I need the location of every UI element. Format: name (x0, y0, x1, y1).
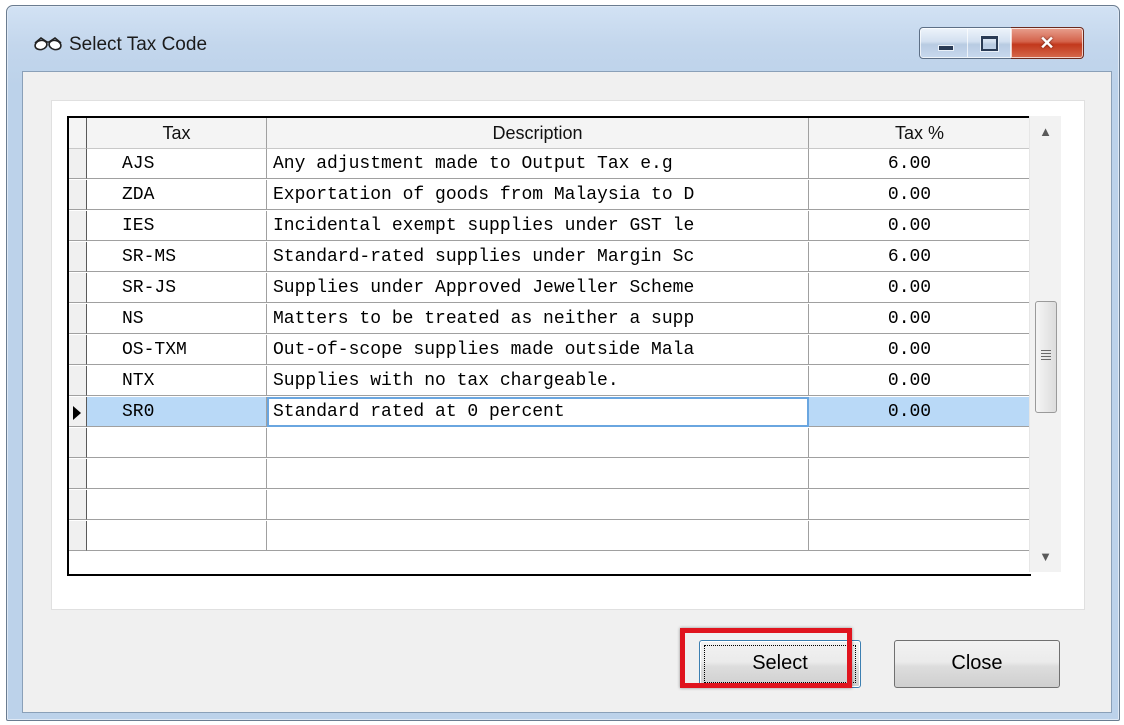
description-cell[interactable]: Standard rated at 0 percent (267, 397, 809, 427)
minimize-button[interactable] (919, 27, 969, 59)
tax-cell[interactable]: OS-TXM (87, 335, 267, 365)
table-row[interactable] (69, 490, 1031, 521)
description-cell[interactable]: Matters to be treated as neither a supp (267, 304, 809, 334)
grid-header: Tax Description Tax % (69, 118, 1031, 149)
tax-cell[interactable]: AJS (87, 149, 267, 179)
title-bar[interactable]: Select Tax Code ✕ (7, 6, 1119, 76)
tax-cell[interactable]: IES (87, 211, 267, 241)
tax-cell[interactable] (87, 459, 267, 489)
tax-cell[interactable]: NS (87, 304, 267, 334)
tax-percent-cell[interactable]: 0.00 (809, 273, 1031, 303)
table-row[interactable]: NS Matters to be treated as neither a sup… (69, 304, 1031, 335)
table-row[interactable]: AJS Any adjustment made to Output Tax e.g… (69, 149, 1031, 180)
row-indicator-header (69, 118, 87, 149)
table-row[interactable]: SR-MS Standard-rated supplies under Margi… (69, 242, 1031, 273)
tax-percent-cell[interactable]: 6.00 (809, 149, 1031, 179)
table-row[interactable]: SR-JS Supplies under Approved Jeweller Sc… (69, 273, 1031, 304)
description-cell[interactable]: Exportation of goods from Malaysia to D (267, 180, 809, 210)
row-indicator[interactable] (69, 149, 87, 179)
window-title: Select Tax Code (69, 34, 208, 55)
grip-icon (1041, 350, 1051, 360)
scroll-down-icon[interactable]: ▼ (1030, 541, 1061, 572)
dialog-window: Select Tax Code ✕ Tax Description Tax % … (6, 5, 1120, 721)
description-cell[interactable]: Any adjustment made to Output Tax e.g (267, 149, 809, 179)
table-row[interactable] (69, 521, 1031, 552)
tax-percent-cell[interactable] (809, 490, 1031, 520)
table-row[interactable]: ZDA Exportation of goods from Malaysia to… (69, 180, 1031, 211)
grid-panel: Tax Description Tax % AJS Any adjustment … (51, 100, 1085, 610)
description-cell[interactable]: Supplies with no tax chargeable. (267, 366, 809, 396)
description-cell[interactable] (267, 490, 809, 520)
tax-cell[interactable]: SR-JS (87, 273, 267, 303)
close-button[interactable]: Close (894, 640, 1060, 688)
row-indicator[interactable] (69, 180, 87, 210)
scroll-thumb[interactable] (1035, 301, 1057, 413)
tax-cell[interactable] (87, 428, 267, 458)
tax-percent-cell[interactable] (809, 428, 1031, 458)
row-indicator[interactable] (69, 273, 87, 303)
description-cell[interactable]: Incidental exempt supplies under GST le (267, 211, 809, 241)
close-window-button[interactable]: ✕ (1011, 27, 1084, 59)
column-header-tax[interactable]: Tax (87, 118, 267, 149)
table-row[interactable]: IES Incidental exempt supplies under GST … (69, 211, 1031, 242)
tax-percent-cell[interactable]: 0.00 (809, 366, 1031, 396)
current-row-pointer-icon (73, 406, 81, 420)
dialog-client-area: Tax Description Tax % AJS Any adjustment … (22, 71, 1112, 713)
row-indicator[interactable] (69, 366, 87, 396)
description-cell[interactable]: Supplies under Approved Jeweller Scheme (267, 273, 809, 303)
row-indicator[interactable] (69, 521, 87, 551)
description-cell[interactable]: Standard-rated supplies under Margin Sc (267, 242, 809, 272)
annotation-highlight-box (680, 628, 852, 688)
tax-cell[interactable]: NTX (87, 366, 267, 396)
minimize-icon (938, 45, 954, 51)
maximize-button[interactable] (967, 27, 1012, 59)
tax-percent-cell[interactable] (809, 521, 1031, 551)
column-header-description[interactable]: Description (267, 118, 809, 149)
row-indicator[interactable] (69, 397, 87, 427)
scroll-up-icon[interactable]: ▲ (1030, 116, 1061, 147)
tax-percent-cell[interactable]: 0.00 (809, 397, 1031, 427)
tax-percent-cell[interactable] (809, 459, 1031, 489)
row-indicator[interactable] (69, 304, 87, 334)
tax-percent-cell[interactable]: 0.00 (809, 304, 1031, 334)
row-indicator[interactable] (69, 490, 87, 520)
tax-cell[interactable] (87, 490, 267, 520)
close-icon: ✕ (1039, 32, 1055, 53)
tax-percent-cell[interactable]: 0.00 (809, 211, 1031, 241)
close-button-label: Close (951, 652, 1003, 674)
description-cell[interactable] (267, 459, 809, 489)
tax-cell[interactable]: SR-MS (87, 242, 267, 272)
row-indicator[interactable] (69, 335, 87, 365)
vertical-scrollbar[interactable]: ▲ ▼ (1029, 116, 1061, 572)
table-row[interactable] (69, 428, 1031, 459)
table-row[interactable]: OS-TXM Out-of-scope supplies made outside… (69, 335, 1031, 366)
tax-percent-cell[interactable]: 0.00 (809, 335, 1031, 365)
glasses-icon (34, 37, 62, 51)
maximize-icon (981, 36, 998, 51)
table-row[interactable]: NTX Supplies with no tax chargeable. 0.00 (69, 366, 1031, 397)
tax-code-grid[interactable]: Tax Description Tax % AJS Any adjustment … (67, 116, 1031, 576)
tax-percent-cell[interactable]: 6.00 (809, 242, 1031, 272)
description-cell[interactable] (267, 521, 809, 551)
tax-cell[interactable]: ZDA (87, 180, 267, 210)
description-cell[interactable]: Out-of-scope supplies made outside Mala (267, 335, 809, 365)
table-row[interactable] (69, 459, 1031, 490)
tax-cell[interactable]: SR0 (87, 397, 267, 427)
row-indicator[interactable] (69, 242, 87, 272)
row-indicator[interactable] (69, 211, 87, 241)
description-cell[interactable] (267, 428, 809, 458)
table-row[interactable]: SR0 Standard rated at 0 percent 0.00 (69, 397, 1031, 428)
row-indicator[interactable] (69, 459, 87, 489)
tax-percent-cell[interactable]: 0.00 (809, 180, 1031, 210)
row-indicator[interactable] (69, 428, 87, 458)
tax-cell[interactable] (87, 521, 267, 551)
column-header-tax-percent[interactable]: Tax % (809, 118, 1031, 149)
